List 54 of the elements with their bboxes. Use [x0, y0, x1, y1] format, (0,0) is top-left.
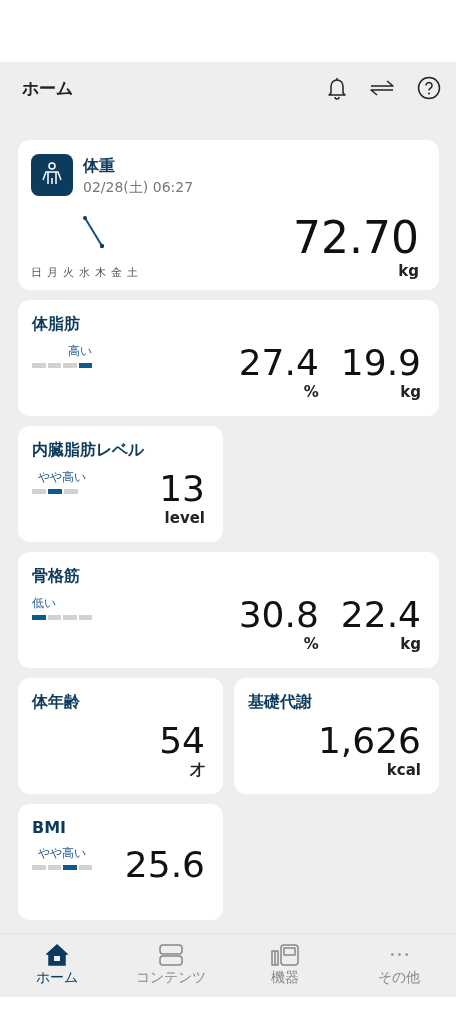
- metric-card[interactable]: 骨格筋 低い 30.8 % 22.4 kg: [18, 552, 439, 668]
- card-title: 内臓脂肪レベル: [32, 440, 145, 461]
- card-title: 基礎代謝: [248, 692, 313, 713]
- value-text: 13: [159, 469, 205, 509]
- unit-label: kcal: [386, 760, 421, 779]
- weekday-label: 金: [111, 265, 122, 280]
- value-text: 1,626: [317, 721, 421, 761]
- weight-card[interactable]: 体重 02/28(土) 06:27 日 月 火 水 木 金 土 72.70 kg: [18, 140, 439, 290]
- unit-label: %: [303, 382, 319, 401]
- unit-label: kg: [398, 262, 419, 280]
- nav-tab[interactable]: ホーム: [0, 934, 114, 997]
- value-text: 30.8: [238, 595, 319, 635]
- card-title: 骨格筋: [32, 566, 81, 587]
- weekday-label: 水: [79, 265, 90, 280]
- card-title: 体年齢: [32, 692, 81, 713]
- trend-line: [81, 215, 106, 251]
- swap-icon[interactable]: [369, 78, 395, 98]
- weekday-label: 火: [63, 265, 74, 280]
- unit-label: %: [303, 634, 319, 653]
- measure-date: 02/28(土) 06:27: [83, 179, 194, 197]
- rating-label: 低い: [32, 595, 57, 612]
- card-title: 体脂肪: [32, 314, 81, 335]
- weekday-label: 木: [95, 265, 106, 280]
- weekday-label: 月: [47, 265, 58, 280]
- value-text: 27.4: [238, 343, 319, 383]
- contents-icon: [159, 944, 183, 966]
- page-title: ホーム: [22, 76, 73, 100]
- unit-label: 才: [190, 760, 205, 780]
- home-icon: [46, 944, 68, 966]
- value-text: 72.70: [293, 213, 419, 262]
- value-text: 19.9: [340, 343, 421, 383]
- weekday-label: 日: [31, 265, 42, 280]
- rating-label: やや高い: [37, 469, 87, 486]
- metric-card[interactable]: 内臓脂肪レベル やや高い 13 level: [18, 426, 223, 542]
- card-title: BMI: [32, 818, 68, 837]
- person-icon: [31, 154, 73, 196]
- help-icon[interactable]: [417, 76, 441, 100]
- metric-card[interactable]: BMI やや高い 25.6: [18, 804, 223, 920]
- bell-icon[interactable]: [327, 76, 347, 100]
- unit-label: level: [164, 508, 205, 527]
- unit-label: kg: [400, 634, 421, 653]
- rating-label: 高い: [67, 343, 92, 360]
- devices-icon: [271, 944, 299, 966]
- weekday-label: 土: [127, 265, 138, 280]
- value-text: 54: [159, 721, 205, 761]
- card-title: 体重: [83, 156, 116, 177]
- value-text: 25.6: [124, 845, 205, 885]
- more-icon: [390, 953, 408, 956]
- metric-card[interactable]: 体脂肪 高い 27.4 % 19.9 kg: [18, 300, 439, 416]
- rating-label: やや高い: [37, 845, 87, 862]
- value-text: 22.4: [340, 595, 421, 635]
- metric-card[interactable]: 基礎代謝 1,626 kcal: [234, 678, 439, 794]
- unit-label: kg: [400, 382, 421, 401]
- metric-card[interactable]: 体年齢 54 才: [18, 678, 223, 794]
